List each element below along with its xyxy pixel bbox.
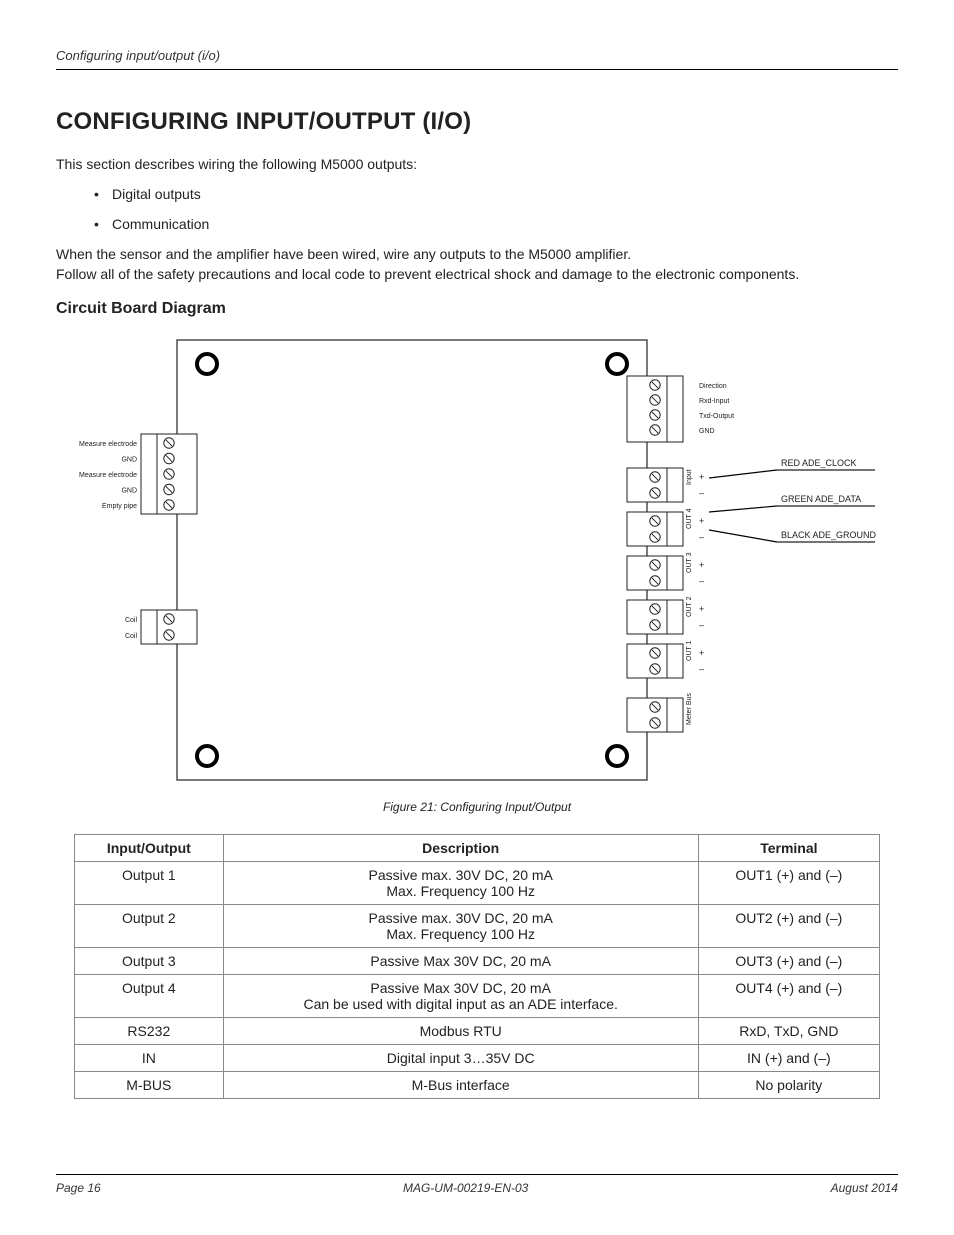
- svg-text:Rxd-Input: Rxd-Input: [699, 398, 729, 405]
- table-row: RS232Modbus RTURxD, TxD, GND: [75, 1018, 880, 1045]
- svg-text:OUT 2: OUT 2: [686, 596, 693, 617]
- intro-text: This section describes wiring the follow…: [56, 156, 898, 172]
- svg-text:Measure electrode: Measure electrode: [79, 472, 137, 479]
- svg-text:Direction: Direction: [699, 383, 727, 390]
- list-item: Communication: [112, 216, 898, 232]
- svg-text:+: +: [699, 472, 704, 482]
- footer-date: August 2014: [831, 1181, 898, 1195]
- page-title: CONFIGURING INPUT/OUTPUT (I/O): [56, 108, 898, 136]
- list-item: Digital outputs: [112, 186, 898, 202]
- svg-text:+: +: [699, 604, 704, 614]
- table-header: Terminal: [698, 835, 879, 862]
- svg-text:BLACK ADE_GROUND: BLACK ADE_GROUND: [781, 530, 877, 540]
- svg-text:OUT 4: OUT 4: [686, 508, 693, 529]
- svg-text:GND: GND: [699, 428, 715, 435]
- subheading-circuit-board: Circuit Board Diagram: [56, 300, 898, 318]
- table-row: M-BUSM-Bus interfaceNo polarity: [75, 1072, 880, 1099]
- svg-text:GND: GND: [121, 488, 137, 495]
- running-head: Configuring input/output (i/o): [56, 48, 898, 70]
- table-header: Description: [223, 835, 698, 862]
- svg-text:Meter Bus: Meter Bus: [686, 693, 693, 725]
- page-footer: Page 16 MAG-UM-00219-EN-03 August 2014: [56, 1174, 898, 1195]
- svg-text:GREEN ADE_DATA: GREEN ADE_DATA: [781, 494, 861, 504]
- footer-docid: MAG-UM-00219-EN-03: [403, 1181, 528, 1195]
- svg-text:+: +: [699, 516, 704, 526]
- table-row: Output 4Passive Max 30V DC, 20 mACan be …: [75, 975, 880, 1018]
- svg-text:–: –: [699, 576, 704, 586]
- svg-text:Input: Input: [686, 469, 693, 485]
- footer-page: Page 16: [56, 1181, 101, 1195]
- svg-text:Coil: Coil: [125, 633, 138, 640]
- svg-text:+: +: [699, 648, 704, 658]
- svg-text:OUT 3: OUT 3: [686, 552, 693, 573]
- svg-text:–: –: [699, 620, 704, 630]
- svg-text:+: +: [699, 560, 704, 570]
- svg-text:Txd-Output: Txd-Output: [699, 413, 734, 420]
- table-row: Output 2Passive max. 30V DC, 20 mAMax. F…: [75, 905, 880, 948]
- svg-text:–: –: [699, 664, 704, 674]
- paragraph: Follow all of the safety precautions and…: [56, 266, 898, 282]
- svg-text:RED ADE_CLOCK: RED ADE_CLOCK: [781, 458, 857, 468]
- bullet-list: Digital outputs Communication: [112, 186, 898, 232]
- table-row: Output 3Passive Max 30V DC, 20 mAOUT3 (+…: [75, 948, 880, 975]
- table-row: Output 1Passive max. 30V DC, 20 mAMax. F…: [75, 862, 880, 905]
- svg-text:OUT 1: OUT 1: [686, 640, 693, 661]
- svg-text:–: –: [699, 488, 704, 498]
- svg-text:–: –: [699, 532, 704, 542]
- table-row: INDigital input 3…35V DCIN (+) and (–): [75, 1045, 880, 1072]
- paragraph: When the sensor and the amplifier have b…: [56, 246, 898, 262]
- svg-text:Measure electrode: Measure electrode: [79, 441, 137, 448]
- svg-text:Empty pipe: Empty pipe: [102, 503, 137, 510]
- io-table: Input/Output Description Terminal Output…: [74, 834, 880, 1099]
- circuit-board-diagram: Measure electrode GND Measure electrode GND…: [56, 330, 898, 790]
- figure-caption: Figure 21: Configuring Input/Output: [56, 800, 898, 814]
- svg-text:Coil: Coil: [125, 617, 138, 624]
- svg-text:GND: GND: [121, 457, 137, 464]
- table-header: Input/Output: [75, 835, 224, 862]
